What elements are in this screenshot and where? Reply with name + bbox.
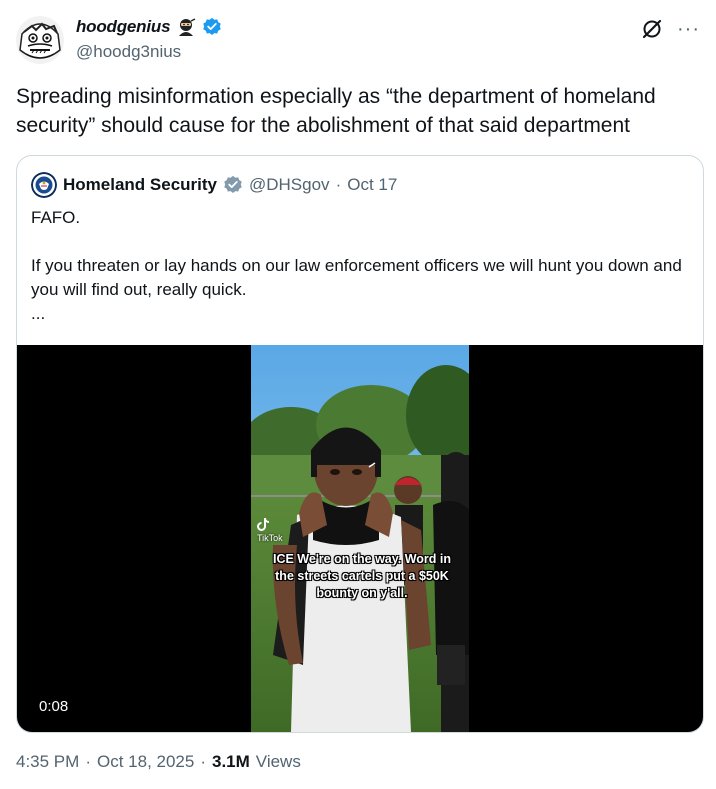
tiktok-watermark: TikTok (257, 517, 283, 543)
views-label: Views (255, 752, 301, 771)
video-caption: ICE We're on the way. Word in the street… (273, 552, 451, 600)
quote-text: FAFO. If you threaten or lay hands on ou… (31, 206, 691, 326)
government-badge-icon[interactable] (223, 175, 243, 195)
tiktok-logo-icon (257, 518, 269, 531)
avatar[interactable] (16, 16, 64, 64)
tweet-text: Spreading misinformation especially as “… (16, 85, 656, 137)
author-name[interactable]: hoodgenius (76, 17, 171, 37)
tweet-header: hoodgenius @hoodg3nius ··· (16, 14, 700, 68)
quote-line-2: If you threaten or lay hands on our law … (31, 256, 682, 299)
video-frame: TikTok ICE We're on the way. Word in the… (251, 345, 469, 732)
more-options-icon[interactable]: ··· (677, 19, 700, 39)
quote-author-handle[interactable]: @DHSgov (249, 175, 330, 195)
author-name-row: hoodgenius (76, 17, 222, 37)
quote-separator: · (335, 175, 342, 194)
post-time[interactable]: 4:35 PM (16, 752, 79, 772)
quote-line-3: ... (31, 304, 46, 323)
quote-line-1: FAFO. (31, 208, 81, 227)
grok-icon[interactable] (641, 18, 663, 40)
views-count: 3.1M (212, 752, 250, 771)
video-duration: 0:08 (33, 695, 75, 718)
quote-header: Homeland Security @DHSgov · Oct 17 (31, 172, 397, 198)
verified-badge-icon[interactable] (202, 17, 222, 37)
author-handle[interactable]: @hoodg3nius (76, 42, 181, 62)
dhs-seal-avatar[interactable] (31, 172, 57, 198)
footer-separator: · (85, 752, 91, 771)
quote-author-name[interactable]: Homeland Security (63, 175, 217, 195)
video-player[interactable]: TikTok ICE We're on the way. Word in the… (17, 345, 703, 732)
ninja-emoji-icon (176, 17, 196, 37)
header-actions: ··· (641, 18, 700, 40)
quoted-tweet[interactable]: Homeland Security @DHSgov · Oct 17 FAFO.… (16, 155, 704, 733)
footer-separator-2: · (200, 752, 206, 771)
quote-date[interactable]: Oct 17 (347, 175, 397, 195)
tiktok-label: TikTok (257, 533, 283, 543)
post-date[interactable]: Oct 18, 2025 (97, 752, 194, 772)
tweet-footer: 4:35 PM · Oct 18, 2025 · 3.1M Views (16, 752, 301, 772)
